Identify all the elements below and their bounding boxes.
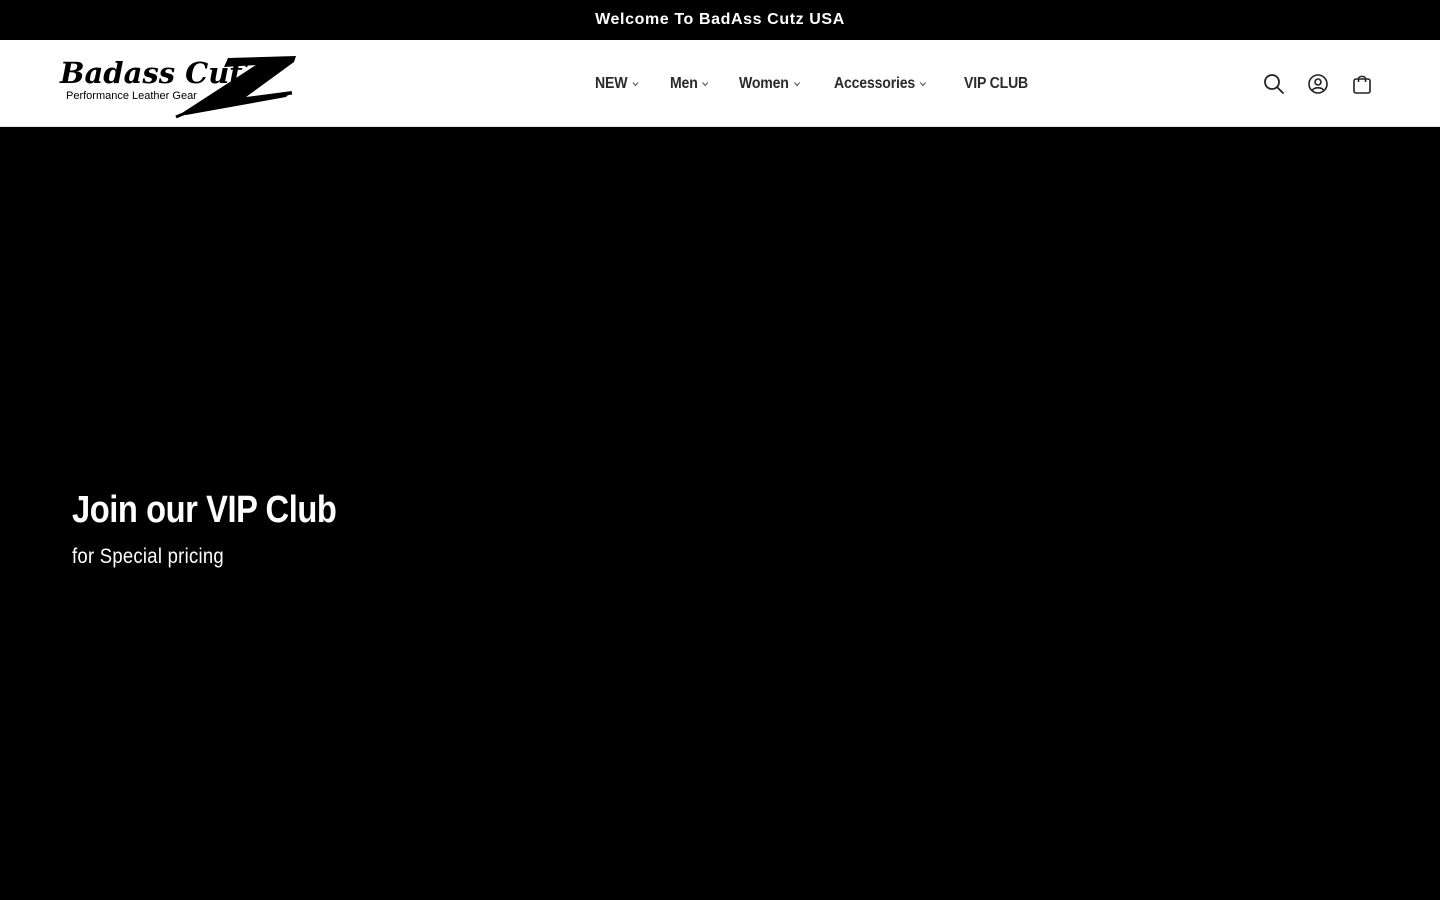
- announcement-text: Welcome To BadAss Cutz USA: [595, 11, 845, 28]
- chevron-down-icon: [632, 81, 639, 86]
- nav-item-label: Accessories: [833, 74, 915, 92]
- logo-graphic: Badass CutZ Performance Leather Gear: [59, 56, 296, 119]
- chevron-down-icon: [919, 81, 926, 86]
- nav-item-label: Women: [739, 74, 789, 92]
- logo-brand-text: Badass CutZ: [59, 56, 266, 90]
- hero-subtitle: for Special pricing: [72, 545, 224, 568]
- nav-item-new[interactable]: NEW: [595, 75, 640, 93]
- account-button[interactable]: [1296, 62, 1340, 106]
- cart-button[interactable]: [1340, 62, 1384, 106]
- nav-item-label: Men: [669, 74, 698, 92]
- main-nav: NEW Men Women Accessories VIP CLUB: [595, 40, 1061, 127]
- nav-item-women[interactable]: Women: [739, 75, 801, 93]
- hero-title: Join our VIP Club: [72, 489, 337, 531]
- nav-item-label: VIP CLUB: [963, 74, 1028, 92]
- logo-tagline: Performance Leather Gear: [66, 90, 197, 102]
- header-icons: [1252, 40, 1384, 127]
- account-icon: [1308, 73, 1328, 94]
- cart-icon: [1353, 75, 1371, 94]
- chevron-down-icon: [702, 81, 709, 86]
- search-icon: [1264, 73, 1284, 94]
- chevron-down-icon: [793, 81, 800, 86]
- nav-item-label: NEW: [595, 74, 628, 92]
- nav-item-vip-club[interactable]: VIP CLUB: [964, 75, 1028, 93]
- site-header: Badass CutZ Performance Leather Gear NEW…: [0, 40, 1440, 127]
- site-logo[interactable]: Badass CutZ Performance Leather Gear: [56, 53, 298, 119]
- search-button[interactable]: [1252, 62, 1296, 106]
- announcement-bar: Welcome To BadAss Cutz USA: [0, 0, 1440, 40]
- nav-item-accessories[interactable]: Accessories: [834, 75, 927, 93]
- nav-item-men[interactable]: Men: [670, 75, 710, 93]
- hero-banner: Join our VIP Club for Special pricing: [0, 127, 1440, 900]
